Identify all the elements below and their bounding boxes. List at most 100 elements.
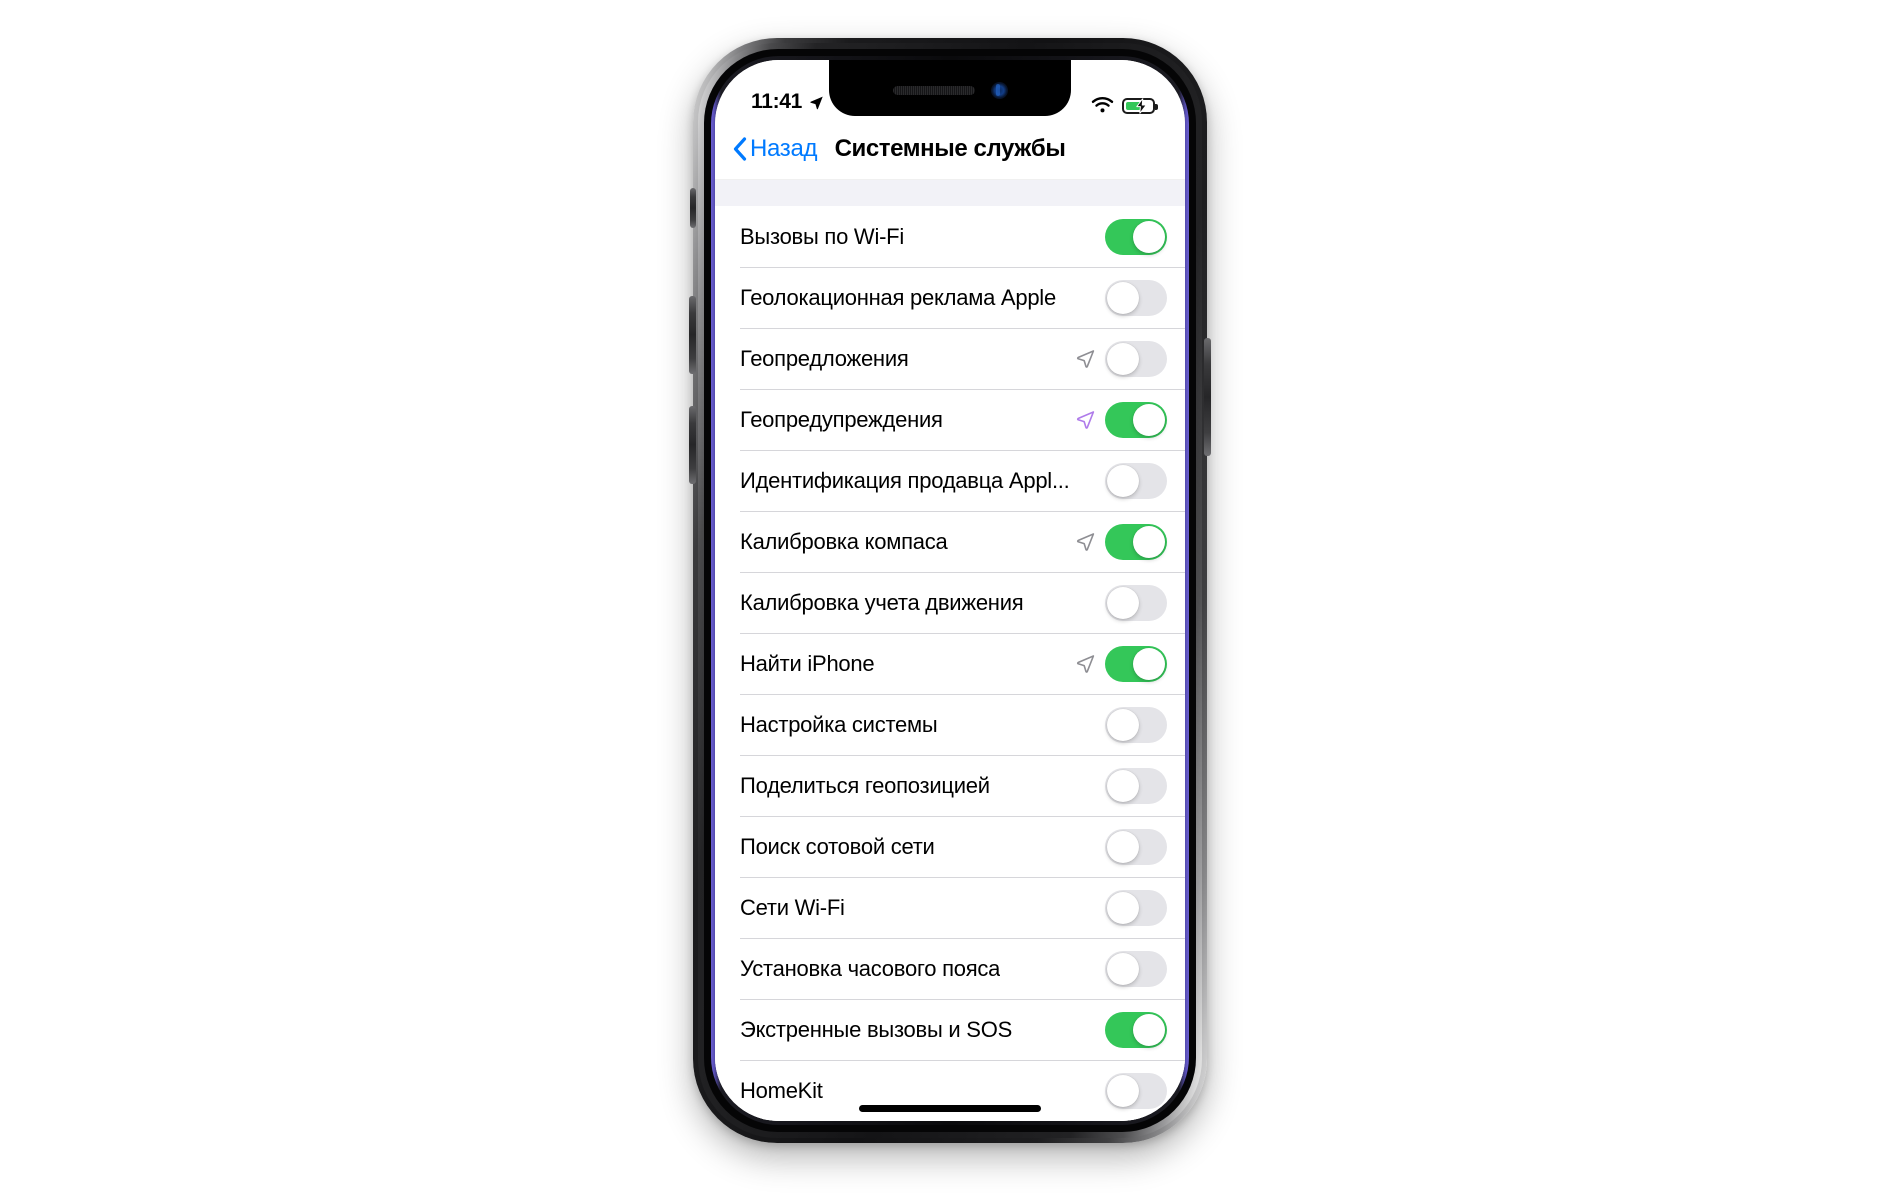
toggle-knob (1133, 221, 1165, 253)
list-item-label: Вызовы по Wi-Fi (740, 224, 904, 250)
toggle-knob (1107, 587, 1139, 619)
list-item[interactable]: Экстренные вызовы и SOS (715, 999, 1185, 1060)
device-notch (829, 60, 1071, 116)
back-button-label: Назад (750, 135, 817, 163)
toggle-switch[interactable] (1105, 1073, 1167, 1109)
list-item-accessory (1105, 890, 1167, 926)
toggle-knob (1133, 1014, 1165, 1046)
status-bar-right (1091, 97, 1155, 114)
toggle-knob (1107, 953, 1139, 985)
toggle-knob (1107, 282, 1139, 314)
toggle-switch[interactable] (1105, 646, 1167, 682)
list-item-accessory (1105, 463, 1167, 499)
device-screen: Выключит... e Player» 11:41 (715, 60, 1185, 1121)
list-item[interactable]: Поделиться геопозицией (715, 755, 1185, 816)
toggle-switch[interactable] (1105, 585, 1167, 621)
list-item-accessory (1076, 524, 1167, 560)
toggle-switch[interactable] (1105, 1012, 1167, 1048)
list-item[interactable]: Поиск сотовой сети (715, 816, 1185, 877)
toggle-switch[interactable] (1105, 890, 1167, 926)
toggle-switch[interactable] (1105, 463, 1167, 499)
list-item[interactable]: Геолокационная реклама Apple (715, 267, 1185, 328)
power-button[interactable] (1204, 338, 1211, 456)
list-item-label: Установка часового пояса (740, 956, 1000, 982)
list-item-label: Экстренные вызовы и SOS (740, 1017, 1012, 1043)
navigation-bar: Назад Системные службы (715, 118, 1185, 180)
location-arrow-icon (1076, 410, 1095, 429)
list-item-accessory (1076, 402, 1167, 438)
toggle-knob (1107, 1075, 1139, 1107)
list-item-accessory (1105, 1073, 1167, 1109)
silent-switch-button[interactable] (690, 188, 696, 228)
toggle-knob (1107, 709, 1139, 741)
list-item-label: Геопредупреждения (740, 407, 943, 433)
toggle-switch[interactable] (1105, 219, 1167, 255)
list-item-label: Поделиться геопозицией (740, 773, 990, 799)
location-arrow-icon (1076, 349, 1095, 368)
list-item-label: Поиск сотовой сети (740, 834, 935, 860)
list-item-accessory (1105, 768, 1167, 804)
list-item-label: Идентификация продавца Appl... (740, 468, 1070, 494)
back-button[interactable]: Назад (733, 135, 817, 163)
list-item-label: Найти iPhone (740, 651, 874, 677)
home-indicator[interactable] (859, 1105, 1041, 1112)
toggle-knob (1107, 343, 1139, 375)
toggle-switch[interactable] (1105, 402, 1167, 438)
charging-bolt-icon (1136, 98, 1147, 113)
toggle-switch[interactable] (1105, 341, 1167, 377)
list-item-label: Геопредложения (740, 346, 909, 372)
list-item-accessory (1105, 707, 1167, 743)
list-item-label: Калибровка компаса (740, 529, 948, 555)
list-item-accessory (1076, 646, 1167, 682)
toggle-knob (1133, 526, 1165, 558)
status-bar-left: 11:41 (751, 90, 824, 114)
chevron-left-icon (733, 137, 747, 161)
front-camera (991, 82, 1008, 99)
screenshot-canvas: Выключит... e Player» 11:41 (0, 0, 1900, 1204)
list-item-label: Геолокационная реклама Apple (740, 285, 1056, 311)
toggle-knob (1107, 831, 1139, 863)
toggle-knob (1133, 404, 1165, 436)
location-arrow-icon (1076, 532, 1095, 551)
iphone-device-frame: Выключит... e Player» 11:41 (693, 38, 1207, 1143)
system-services-list: Вызовы по Wi-Fi Геолокационная реклама Ap… (715, 206, 1185, 1121)
volume-down-button[interactable] (689, 406, 696, 484)
location-arrow-icon (1076, 654, 1095, 673)
list-item-accessory (1105, 585, 1167, 621)
list-item-accessory (1105, 219, 1167, 255)
list-item-accessory (1105, 951, 1167, 987)
toggle-switch[interactable] (1105, 829, 1167, 865)
toggle-switch[interactable] (1105, 768, 1167, 804)
list-item[interactable]: Найти iPhone (715, 633, 1185, 694)
list-item[interactable]: Геопредложения (715, 328, 1185, 389)
list-item[interactable]: Вызовы по Wi-Fi (715, 206, 1185, 267)
list-item[interactable]: Калибровка учета движения (715, 572, 1185, 633)
list-item[interactable]: Установка часового пояса (715, 938, 1185, 999)
list-item-accessory (1105, 1012, 1167, 1048)
list-item-accessory (1076, 341, 1167, 377)
toggle-switch[interactable] (1105, 524, 1167, 560)
location-arrow-icon (809, 95, 824, 110)
toggle-switch[interactable] (1105, 951, 1167, 987)
battery-charging-icon (1122, 98, 1155, 114)
toggle-knob (1107, 465, 1139, 497)
earpiece-speaker (893, 86, 975, 95)
list-item[interactable]: Настройка системы (715, 694, 1185, 755)
toggle-knob (1107, 770, 1139, 802)
list-item-label: Сети Wi-Fi (740, 895, 845, 921)
list-item[interactable]: Идентификация продавца Appl... (715, 450, 1185, 511)
toggle-knob (1133, 648, 1165, 680)
list-item[interactable]: Сети Wi-Fi (715, 877, 1185, 938)
wifi-icon (1091, 97, 1114, 114)
volume-up-button[interactable] (689, 296, 696, 374)
list-item[interactable]: Геопредупреждения (715, 389, 1185, 450)
list-item-label: Настройка системы (740, 712, 937, 738)
toggle-switch[interactable] (1105, 707, 1167, 743)
list-item-label: Калибровка учета движения (740, 590, 1023, 616)
list-item-accessory (1105, 280, 1167, 316)
list-item-label: HomeKit (740, 1078, 823, 1104)
status-bar-clock: 11:41 (751, 90, 802, 114)
toggle-switch[interactable] (1105, 280, 1167, 316)
list-item-accessory (1105, 829, 1167, 865)
list-item[interactable]: Калибровка компаса (715, 511, 1185, 572)
